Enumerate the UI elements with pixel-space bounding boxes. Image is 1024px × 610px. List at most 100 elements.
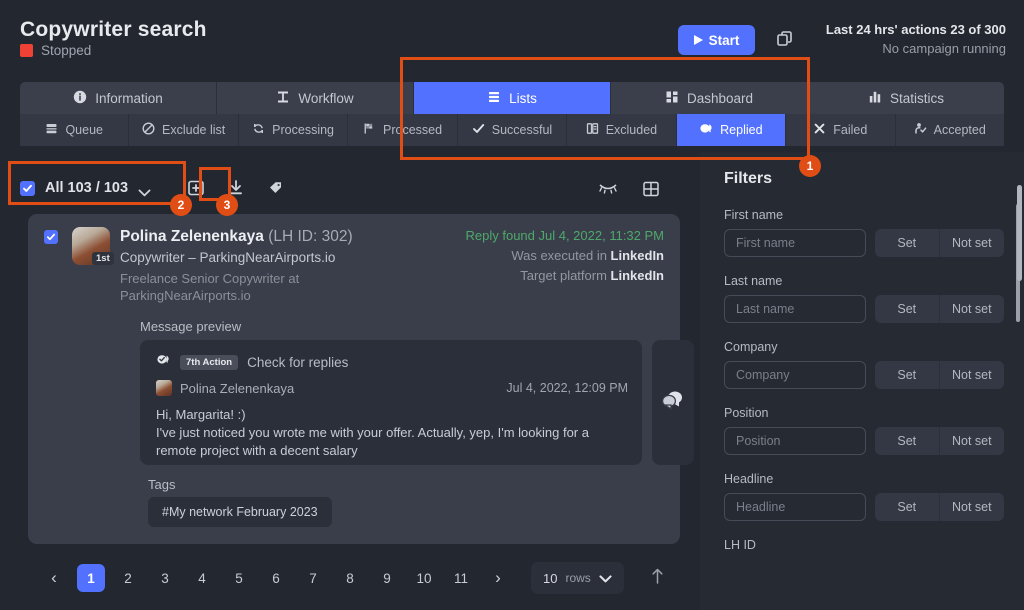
page-scrollbar[interactable] — [1017, 185, 1022, 281]
page-7[interactable]: 7 — [299, 564, 327, 592]
page-9[interactable]: 9 — [373, 564, 401, 592]
message-line-1: Hi, Margarita! :) — [156, 407, 246, 422]
filter-group-company: Company Set Not set — [724, 340, 1004, 389]
connection-degree-badge: 1st — [92, 252, 114, 265]
hide-icon[interactable] — [598, 180, 617, 198]
list-item[interactable]: 1st Polina Zelenenkaya (LH ID: 302) Copy… — [28, 214, 694, 544]
tab-information[interactable]: Information — [20, 82, 217, 114]
pagination-next[interactable]: › — [484, 564, 512, 592]
subtab-accepted[interactable]: Accepted — [895, 114, 1004, 146]
page-1[interactable]: 1 — [77, 564, 105, 592]
message-author: Polina Zelenenkaya — [156, 380, 294, 396]
set-button[interactable]: Set — [875, 295, 940, 323]
set-button[interactable]: Set — [875, 427, 940, 455]
page-header: Copywriter search Stopped Start Last 24 … — [0, 0, 1024, 80]
filter-label: Position — [724, 406, 769, 420]
subtab-processed[interactable]: Processed — [348, 114, 458, 146]
contact-meta: Reply found Jul 4, 2022, 11:32 PM Was ex… — [466, 228, 665, 283]
pagination-prev[interactable]: ‹ — [40, 564, 68, 592]
toolbar-actions — [187, 179, 285, 197]
view-actions — [598, 180, 660, 198]
page-5[interactable]: 5 — [225, 564, 253, 592]
subtab-successful[interactable]: Successful — [457, 114, 568, 146]
add-to-list-icon[interactable] — [187, 179, 205, 197]
subtab-failed[interactable]: Failed — [786, 114, 896, 146]
subtab-replied[interactable]: Replied — [676, 114, 787, 146]
filters-panel: Filters First name Set Not set Last name… — [700, 152, 1024, 610]
tab-information-label: Information — [95, 90, 163, 106]
campaign-status: Stopped — [20, 43, 91, 58]
arrow-up-icon[interactable] — [650, 567, 665, 590]
list-icon — [487, 90, 501, 107]
start-button[interactable]: Start — [678, 25, 755, 55]
page-4[interactable]: 4 — [188, 564, 216, 592]
dashboard-icon — [665, 90, 679, 107]
filter-group-lh-id: LH ID — [724, 538, 1004, 552]
page-6[interactable]: 6 — [262, 564, 290, 592]
not-set-button[interactable]: Not set — [939, 427, 1004, 455]
x-icon — [813, 122, 826, 138]
tab-workflow[interactable]: Workflow — [217, 82, 414, 114]
message-body: Hi, Margarita! :) I've just noticed you … — [156, 406, 626, 460]
copy-icon[interactable] — [776, 30, 794, 48]
position-field[interactable] — [724, 427, 866, 455]
first-name-field[interactable] — [724, 229, 866, 257]
message-date: Jul 4, 2022, 12:09 PM — [506, 381, 628, 395]
tab-lists[interactable]: Lists — [414, 82, 611, 114]
company-field[interactable] — [724, 361, 866, 389]
chevron-down-icon — [599, 571, 612, 586]
page-10[interactable]: 10 — [410, 564, 438, 592]
tab-statistics[interactable]: Statistics — [808, 82, 1004, 114]
page-3[interactable]: 3 — [151, 564, 179, 592]
filter-label: Headline — [724, 472, 774, 486]
play-icon — [693, 35, 703, 45]
queue-icon — [45, 122, 58, 138]
list-toolbar: All 103 / 103 — [20, 168, 680, 208]
message-author-name: Polina Zelenenkaya — [180, 380, 295, 396]
page-11[interactable]: 11 — [447, 564, 475, 592]
actions-count: Last 24 hrs' actions 23 of 300 — [825, 22, 1006, 37]
select-all-dropdown[interactable]: All 103 / 103 — [20, 180, 151, 197]
subtab-excluded[interactable]: Excluded — [567, 114, 677, 146]
page-2[interactable]: 2 — [114, 564, 142, 592]
page-8[interactable]: 8 — [336, 564, 364, 592]
message-author-row: Polina Zelenenkaya Jul 4, 2022, 12:09 PM — [156, 380, 628, 396]
action-number-badge: 7th Action — [180, 355, 239, 370]
headline-set-toggle: Set Not set — [875, 493, 1004, 521]
filters-title: Filters — [724, 170, 773, 187]
not-set-button[interactable]: Not set — [939, 295, 1004, 323]
open-conversation-button[interactable] — [652, 340, 694, 465]
not-set-button[interactable]: Not set — [939, 361, 1004, 389]
rows-per-page-select[interactable]: 10 rows — [531, 562, 624, 594]
reply-bubble-icon — [156, 353, 171, 372]
position-set-toggle: Set Not set — [875, 427, 1004, 455]
headline-field[interactable] — [724, 493, 866, 521]
last-name-field[interactable] — [724, 295, 866, 323]
select-all-checkbox[interactable] — [20, 180, 35, 196]
chevron-down-icon — [138, 184, 151, 197]
tag-chip[interactable]: #My network February 2023 — [148, 497, 332, 527]
subtab-successful-label: Successful — [491, 123, 553, 137]
select-all-label: All 103 / 103 — [45, 180, 129, 196]
status-label: Stopped — [41, 43, 92, 58]
subtab-exclude-list[interactable]: Exclude list — [129, 114, 239, 146]
subtab-queue[interactable]: Queue — [20, 114, 130, 146]
tag-icon[interactable] — [267, 179, 285, 197]
row-checkbox[interactable] — [44, 230, 58, 244]
tab-dashboard[interactable]: Dashboard — [611, 82, 808, 114]
executed-platform: LinkedIn — [610, 248, 664, 263]
subtab-queue-label: Queue — [65, 123, 103, 137]
columns-icon[interactable] — [642, 180, 660, 198]
filter-group-position: Position Set Not set — [724, 406, 1004, 455]
subtab-processing[interactable]: Processing — [238, 114, 349, 146]
not-set-button[interactable]: Not set — [939, 229, 1004, 257]
set-button[interactable]: Set — [875, 229, 940, 257]
subtab-processed-label: Processed — [383, 123, 443, 137]
set-button[interactable]: Set — [875, 493, 940, 521]
page-title: Copywriter search — [20, 18, 207, 41]
set-button[interactable]: Set — [875, 361, 940, 389]
tags-label: Tags — [148, 477, 176, 492]
statistics-icon — [868, 90, 882, 107]
annotation-badge-1: 1 — [799, 155, 821, 177]
not-set-button[interactable]: Not set — [939, 493, 1004, 521]
